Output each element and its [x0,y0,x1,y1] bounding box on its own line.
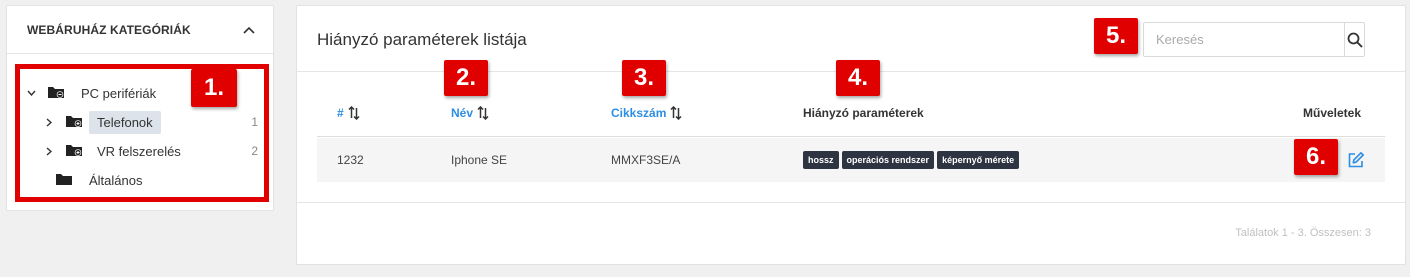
missing-params-panel: Hiányzó paraméterek listája # Név Cikksz… [296,5,1406,265]
edit-icon[interactable] [1347,151,1365,169]
param-tag: képernyő mérete [937,151,1020,169]
annotation-badge-3: 3. [622,60,666,96]
item-count: 2 [251,144,258,158]
sort-icon [348,106,360,120]
chevron-up-icon[interactable] [241,22,257,38]
tree-item-label: VR felszerelés [97,143,181,159]
sort-icon [670,106,682,120]
tree-item-telefonok[interactable]: Telefonok 1 [20,110,264,134]
tree-item-label: Általános [89,172,143,188]
annotation-badge-1: 1. [191,69,237,107]
missing-params-tags: hossz operációs rendszer képernyő mérete [803,151,1020,169]
param-tag: operációs rendszer [841,151,935,169]
column-header-sku[interactable]: Cikkszám [611,106,682,120]
search-button[interactable] [1344,23,1364,56]
folder-minus-icon [47,85,65,102]
table-header-divider [317,136,1385,137]
column-header-missing-params: Hiányzó paraméterek [803,106,924,120]
page-title: Hiányzó paraméterek listája [317,30,527,49]
category-panel: WEBÁRUHÁZ KATEGÓRIÁK PC perifériák Telef… [6,5,274,211]
cell-id: 1232 [337,153,364,167]
category-panel-title: WEBÁRUHÁZ KATEGÓRIÁK [27,22,191,37]
sort-icon [477,106,489,120]
table-row: 1232 Iphone SE MMXF3SE/A hossz operációs… [317,138,1385,182]
cell-sku: MMXF3SE/A [611,153,681,167]
param-tag: hossz [803,151,839,169]
category-panel-header: WEBÁRUHÁZ KATEGÓRIÁK [7,6,273,54]
column-header-id[interactable]: # [337,106,360,120]
folder-plus-icon [65,143,83,160]
folder-plus-icon [65,114,83,131]
search-icon [1347,32,1362,47]
cell-name: Iphone SE [451,153,508,167]
footer-divider [297,202,1405,203]
chevron-right-icon[interactable] [44,146,54,156]
annotation-badge-4: 4. [836,60,880,96]
annotation-badge-2: 2. [444,60,488,96]
column-header-actions: Műveletek [1303,106,1362,120]
chevron-down-icon[interactable] [26,88,36,98]
pagination-info: Találatok 1 - 3. Összesen: 3 [1235,227,1371,239]
search-input[interactable] [1144,23,1344,56]
chevron-right-icon[interactable] [44,117,54,127]
annotation-badge-5: 5. [1094,18,1138,54]
column-header-name[interactable]: Név [451,106,489,120]
folder-icon [55,172,73,189]
annotation-badge-6: 6. [1294,139,1338,175]
item-count: 1 [251,115,258,129]
tree-item-label: Telefonok [89,110,161,134]
tree-item-label: PC perifériák [81,85,157,101]
tree-item-általános[interactable]: Általános [20,168,264,192]
tree-item-vr-felszerelés[interactable]: VR felszerelés 2 [20,139,264,163]
search-box [1143,22,1365,57]
